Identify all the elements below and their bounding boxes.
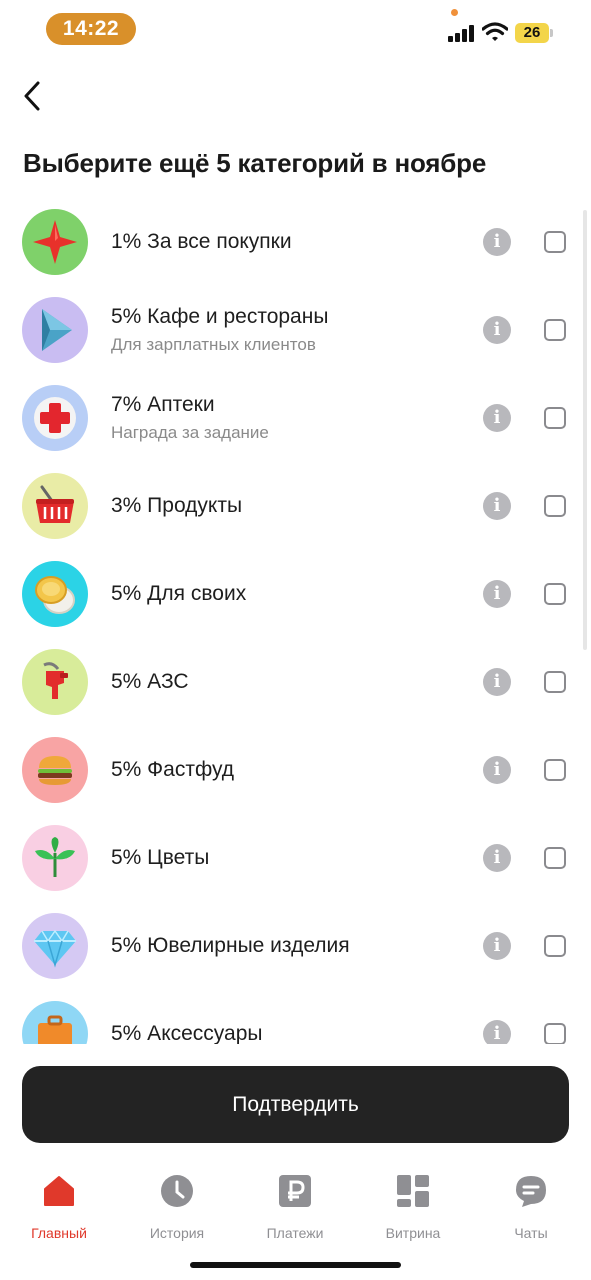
category-checkbox[interactable] [544,583,566,605]
battery-icon: 26 [515,23,549,43]
category-checkbox[interactable] [544,671,566,693]
signal-icon [448,25,474,42]
info-icon[interactable]: i [483,844,511,872]
category-list[interactable]: 1% За все покупки i 5% Кафе и рестораны … [0,198,591,1044]
page-title: Выберите ещё 5 категорий в ноябре [23,148,487,178]
info-icon[interactable]: i [483,316,511,344]
tab-home[interactable]: Главный [9,1170,109,1241]
category-title: 5% Для своих [111,582,247,605]
home-indicator [190,1262,401,1268]
tab-label: История [149,1225,205,1241]
category-subtitle: Для зарплатных клиентов [111,335,316,354]
confirm-button[interactable]: Подтвердить [22,1066,569,1143]
tab-history[interactable]: История [127,1170,227,1241]
category-item-text: 5% Кафе и рестораны Для зарплатных клиен… [111,286,328,374]
grid-icon [397,1175,429,1207]
info-icon[interactable]: i [483,668,511,696]
status-time: 14:22 [46,13,136,45]
category-checkbox[interactable] [544,319,566,341]
category-item-text: 5% Аксессуары [111,990,263,1044]
back-button[interactable] [14,76,50,116]
category-subtitle: Награда за задание [111,423,269,442]
category-item-all-purchases[interactable]: 1% За все покупки i [0,198,591,286]
tab-showcase[interactable]: Витрина [363,1170,463,1241]
leaves-icon [22,825,88,891]
category-item-jewelry[interactable]: 5% Ювелирные изделия i [0,902,591,990]
category-item-text: 5% Ювелирные изделия [111,902,350,990]
category-item-text: 5% Фастфуд [111,726,234,814]
category-item-accessories[interactable]: 5% Аксессуары i [0,990,591,1044]
fuel-nozzle-icon [22,649,88,715]
coins-icon [22,561,88,627]
category-item-text: 1% За все покупки [111,198,292,286]
status-bar: 14:22 26 [0,0,591,60]
tab-chats[interactable]: Чаты [481,1170,581,1241]
info-icon[interactable]: i [483,492,511,520]
clock-icon [161,1175,193,1207]
info-icon[interactable]: i [483,580,511,608]
scrollbar[interactable] [583,210,587,650]
wifi-icon [482,22,508,41]
category-item-cafe[interactable]: 5% Кафе и рестораны Для зарплатных клиен… [0,286,591,374]
category-checkbox[interactable] [544,495,566,517]
home-icon [44,1176,74,1206]
category-checkbox[interactable] [544,407,566,429]
category-item-fastfood[interactable]: 5% Фастфуд i [0,726,591,814]
category-item-flowers[interactable]: 5% Цветы i [0,814,591,902]
chat-bubble-icon [516,1176,546,1207]
category-item-gas-station[interactable]: 5% АЗС i [0,638,591,726]
chevron-left-icon [24,81,40,111]
category-item-text: 5% Цветы [111,814,209,902]
tab-bar: Главный История Платежи Витрина Чаты [0,1160,591,1241]
category-title: 5% Кафе и рестораны [111,305,329,328]
category-checkbox[interactable] [544,231,566,253]
burger-icon [22,737,88,803]
category-item-text: 5% Для своих [111,550,246,638]
category-checkbox[interactable] [544,759,566,781]
info-icon[interactable]: i [483,1020,511,1044]
info-icon[interactable]: i [483,404,511,432]
privacy-indicator-dot [451,9,458,16]
category-item-for-friends[interactable]: 5% Для своих i [0,550,591,638]
play-triangle-icon [22,297,88,363]
tab-label: Главный [31,1225,87,1241]
category-title: 5% Цветы [111,846,210,869]
category-checkbox[interactable] [544,847,566,869]
category-checkbox[interactable] [544,935,566,957]
info-icon[interactable]: i [483,756,511,784]
ruble-icon [279,1175,311,1207]
briefcase-icon [22,1001,88,1044]
shopping-basket-icon [22,473,88,539]
tab-payments[interactable]: Платежи [245,1170,345,1241]
battery-tip [550,29,553,37]
category-title: 5% Аксессуары [111,1022,263,1044]
category-title: 5% Ювелирные изделия [111,934,350,957]
category-title: 5% Фастфуд [111,758,235,781]
tab-label: Витрина [385,1225,441,1241]
category-title: 1% За все покупки [111,230,292,253]
red-star-icon [22,209,88,275]
diamond-icon [22,913,88,979]
category-item-text: 3% Продукты [111,462,242,550]
category-title: 5% АЗС [111,670,189,693]
tab-label: Чаты [514,1225,548,1241]
medical-cross-icon [22,385,88,451]
category-item-text: 5% АЗС [111,638,189,726]
tab-label: Платежи [266,1225,324,1241]
category-item-groceries[interactable]: 3% Продукты i [0,462,591,550]
info-icon[interactable]: i [483,228,511,256]
category-item-text: 7% Аптеки Награда за задание [111,374,269,462]
category-title: 7% Аптеки [111,393,215,416]
info-icon[interactable]: i [483,932,511,960]
category-item-pharmacy[interactable]: 7% Аптеки Награда за задание i [0,374,591,462]
category-title: 3% Продукты [111,494,243,517]
category-checkbox[interactable] [544,1023,566,1044]
